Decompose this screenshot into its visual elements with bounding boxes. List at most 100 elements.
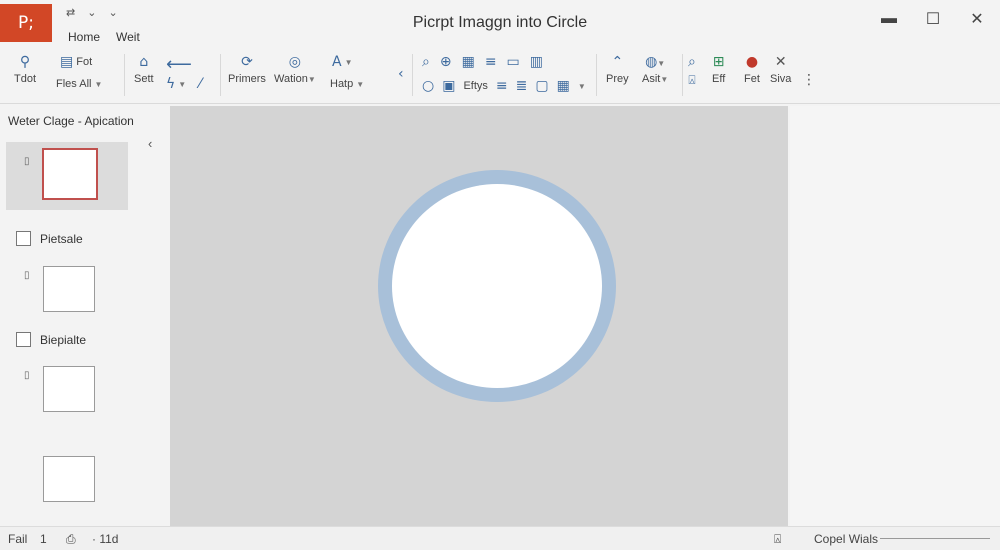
globe-icon: ◎ [288, 54, 301, 70]
more-options-button[interactable]: ⋮ [802, 72, 816, 88]
zoom-icon: ⊕ [439, 54, 452, 70]
slide-page-icon: ▯ [24, 270, 30, 281]
lock-button[interactable]: ⌕ ⍓ [688, 54, 696, 88]
home-icon: ⌂ [139, 54, 149, 70]
slide-page-icon: ▯ [24, 156, 30, 167]
ribbon-divider [124, 54, 125, 96]
chevron-down-icon: ▼ [344, 57, 353, 67]
menu-tabs: Home Weit [68, 30, 140, 44]
fot-button[interactable]: ▤ Fot [60, 54, 92, 70]
close-button[interactable]: ✕ [968, 10, 986, 28]
chevron-down-icon: ▼ [307, 75, 316, 84]
search-icon: ⌕ [422, 54, 430, 70]
align-icon: ≡ [484, 54, 497, 70]
biepialte-checkbox[interactable] [16, 332, 31, 347]
chevron-down-icon: ▼ [356, 79, 365, 89]
chevron-left-icon[interactable]: ‹ [148, 136, 152, 151]
circle-icon: ○ [422, 78, 435, 94]
chevron-down-icon: ▼ [94, 79, 103, 89]
search-replace-icon: ⌕ [688, 54, 696, 70]
chevron-left-icon: ‹ [398, 66, 404, 82]
text-icon: A [332, 54, 342, 70]
align-icon: ≡ [495, 78, 508, 94]
arrow-left-icon: ⟵ [166, 54, 192, 75]
ribbon: ⚲ Tdot ▤ Fot Fles All ▼ ⌂ Sett ⟵ ϟ ▼ ⁄ ⟳… [0, 46, 1000, 104]
minimize-button[interactable]: ▬ [880, 10, 898, 28]
swap-icon[interactable]: ⇄ [66, 6, 75, 19]
chevron-down-icon: ▼ [178, 79, 187, 89]
find-tools[interactable]: ⌕ ⊕ ▦ ≡ ▭ ▥ [422, 54, 543, 70]
slide-thumbnail-1[interactable] [42, 148, 98, 200]
prey-button[interactable]: ⌃ Prey [606, 54, 629, 85]
chevron-down-icon: ▼ [657, 59, 666, 68]
files-all-button[interactable]: Fles All ▼ [56, 78, 102, 90]
accessibility-icon[interactable]: ⍓ [774, 532, 781, 547]
tdot-button[interactable]: ⚲ Tdot [14, 54, 36, 85]
pietsale-checkbox[interactable] [16, 231, 31, 246]
siva-button[interactable]: ✕ Siva [770, 54, 791, 85]
page-icon: ▣ [442, 78, 456, 94]
slide-canvas[interactable] [170, 106, 788, 526]
sett-button[interactable]: ⌂ Sett [134, 54, 154, 85]
effects-tools[interactable]: ○ ▣ Eftys ≡ ≣ ▢ ▦ ▼ [422, 78, 586, 94]
document-icon: ▭ [506, 54, 520, 70]
window-title: Picrpt Imaggn into Circle [412, 14, 588, 31]
copy-icon: ▢ [535, 78, 549, 94]
biepialte-label: Biepialte [40, 333, 87, 347]
app-logo[interactable]: P; [0, 4, 52, 42]
close-icon: ✕ [774, 54, 787, 70]
person-icon: ⚲ [19, 54, 31, 70]
ribbon-divider [682, 54, 683, 96]
title-bar: P; ⇄ ⌄ ⌄ Home Weit Picrpt Imaggn into Ci… [0, 0, 1000, 46]
align-right-icon: ≣ [515, 78, 528, 94]
text-format-button[interactable]: A ▼ [332, 54, 353, 70]
ribbon-divider [596, 54, 597, 96]
zoom-label: Copel Wials [814, 532, 879, 546]
more-vertical-icon: ⋮ [802, 72, 816, 88]
chevron-down-icon[interactable]: ⌄ [108, 6, 117, 19]
slide-page-icon: ▯ [24, 370, 30, 381]
pane-title: Weter Clage - Apication [8, 114, 134, 128]
add-page-icon: ⊞ [712, 54, 725, 70]
arrow-line-button[interactable]: ⟵ [166, 54, 192, 75]
notes-icon[interactable]: ⎙ [66, 532, 76, 547]
slide-count: 1 [40, 532, 47, 546]
pietsale-label: Pietsale [40, 232, 83, 246]
status-note: · 11d [92, 532, 119, 546]
line-icon: ⁄ [199, 76, 202, 92]
globe-icon: ◍ [645, 54, 658, 70]
status-bar: Fail 1 ⎙ · 11d ⍓ Copel Wials [0, 526, 1000, 550]
tab-weit[interactable]: Weit [116, 30, 140, 44]
hatp-button[interactable]: Hatp ▼ [330, 78, 364, 90]
ribbon-divider [220, 54, 221, 96]
asit-button[interactable]: ◍▼ Asit▼ [642, 54, 668, 85]
wation-button[interactable]: ◎ Wation▼ [274, 54, 316, 85]
slide-thumbnail-4[interactable] [43, 456, 95, 502]
fet-button[interactable]: ● Fet [744, 54, 760, 85]
chevron-down-icon: ▼ [577, 81, 586, 91]
slide-thumbnail-2[interactable] [43, 266, 95, 312]
primers-button[interactable]: ⟳ Primers [228, 54, 266, 85]
maximize-button[interactable]: ☐ [924, 10, 942, 28]
eff-button[interactable]: ⊞ Eff [712, 54, 725, 85]
window-controls: ▬ ☐ ✕ [880, 10, 986, 28]
draw-tools[interactable]: ϟ ▼ ⁄ [166, 76, 202, 92]
grid-icon: ▦ [461, 54, 475, 70]
chevron-down-icon: ▼ [660, 75, 669, 84]
table-icon: ▦ [556, 78, 570, 94]
tab-home[interactable]: Home [68, 30, 100, 44]
slide-thumbnail-3[interactable] [43, 366, 95, 412]
scroll-left-button[interactable]: ‹ [398, 66, 404, 82]
lock-icon: ⍓ [688, 73, 696, 87]
zoom-slider[interactable] [880, 538, 990, 539]
refresh-icon: ⟳ [241, 54, 253, 70]
chevron-down-icon[interactable]: ⌄ [87, 6, 96, 19]
slide-pane: Weter Clage - Apication ‹ ▯ Pietsale ▯ B… [0, 106, 160, 526]
status-mode: Fail [8, 532, 28, 546]
document-icon: ▤ [60, 54, 74, 70]
lightning-icon: ϟ [166, 76, 176, 92]
caret-up-icon: ⌃ [611, 54, 624, 70]
columns-icon: ▥ [529, 54, 544, 70]
circle-shape[interactable] [378, 170, 616, 402]
circle-image-fill [392, 184, 602, 388]
